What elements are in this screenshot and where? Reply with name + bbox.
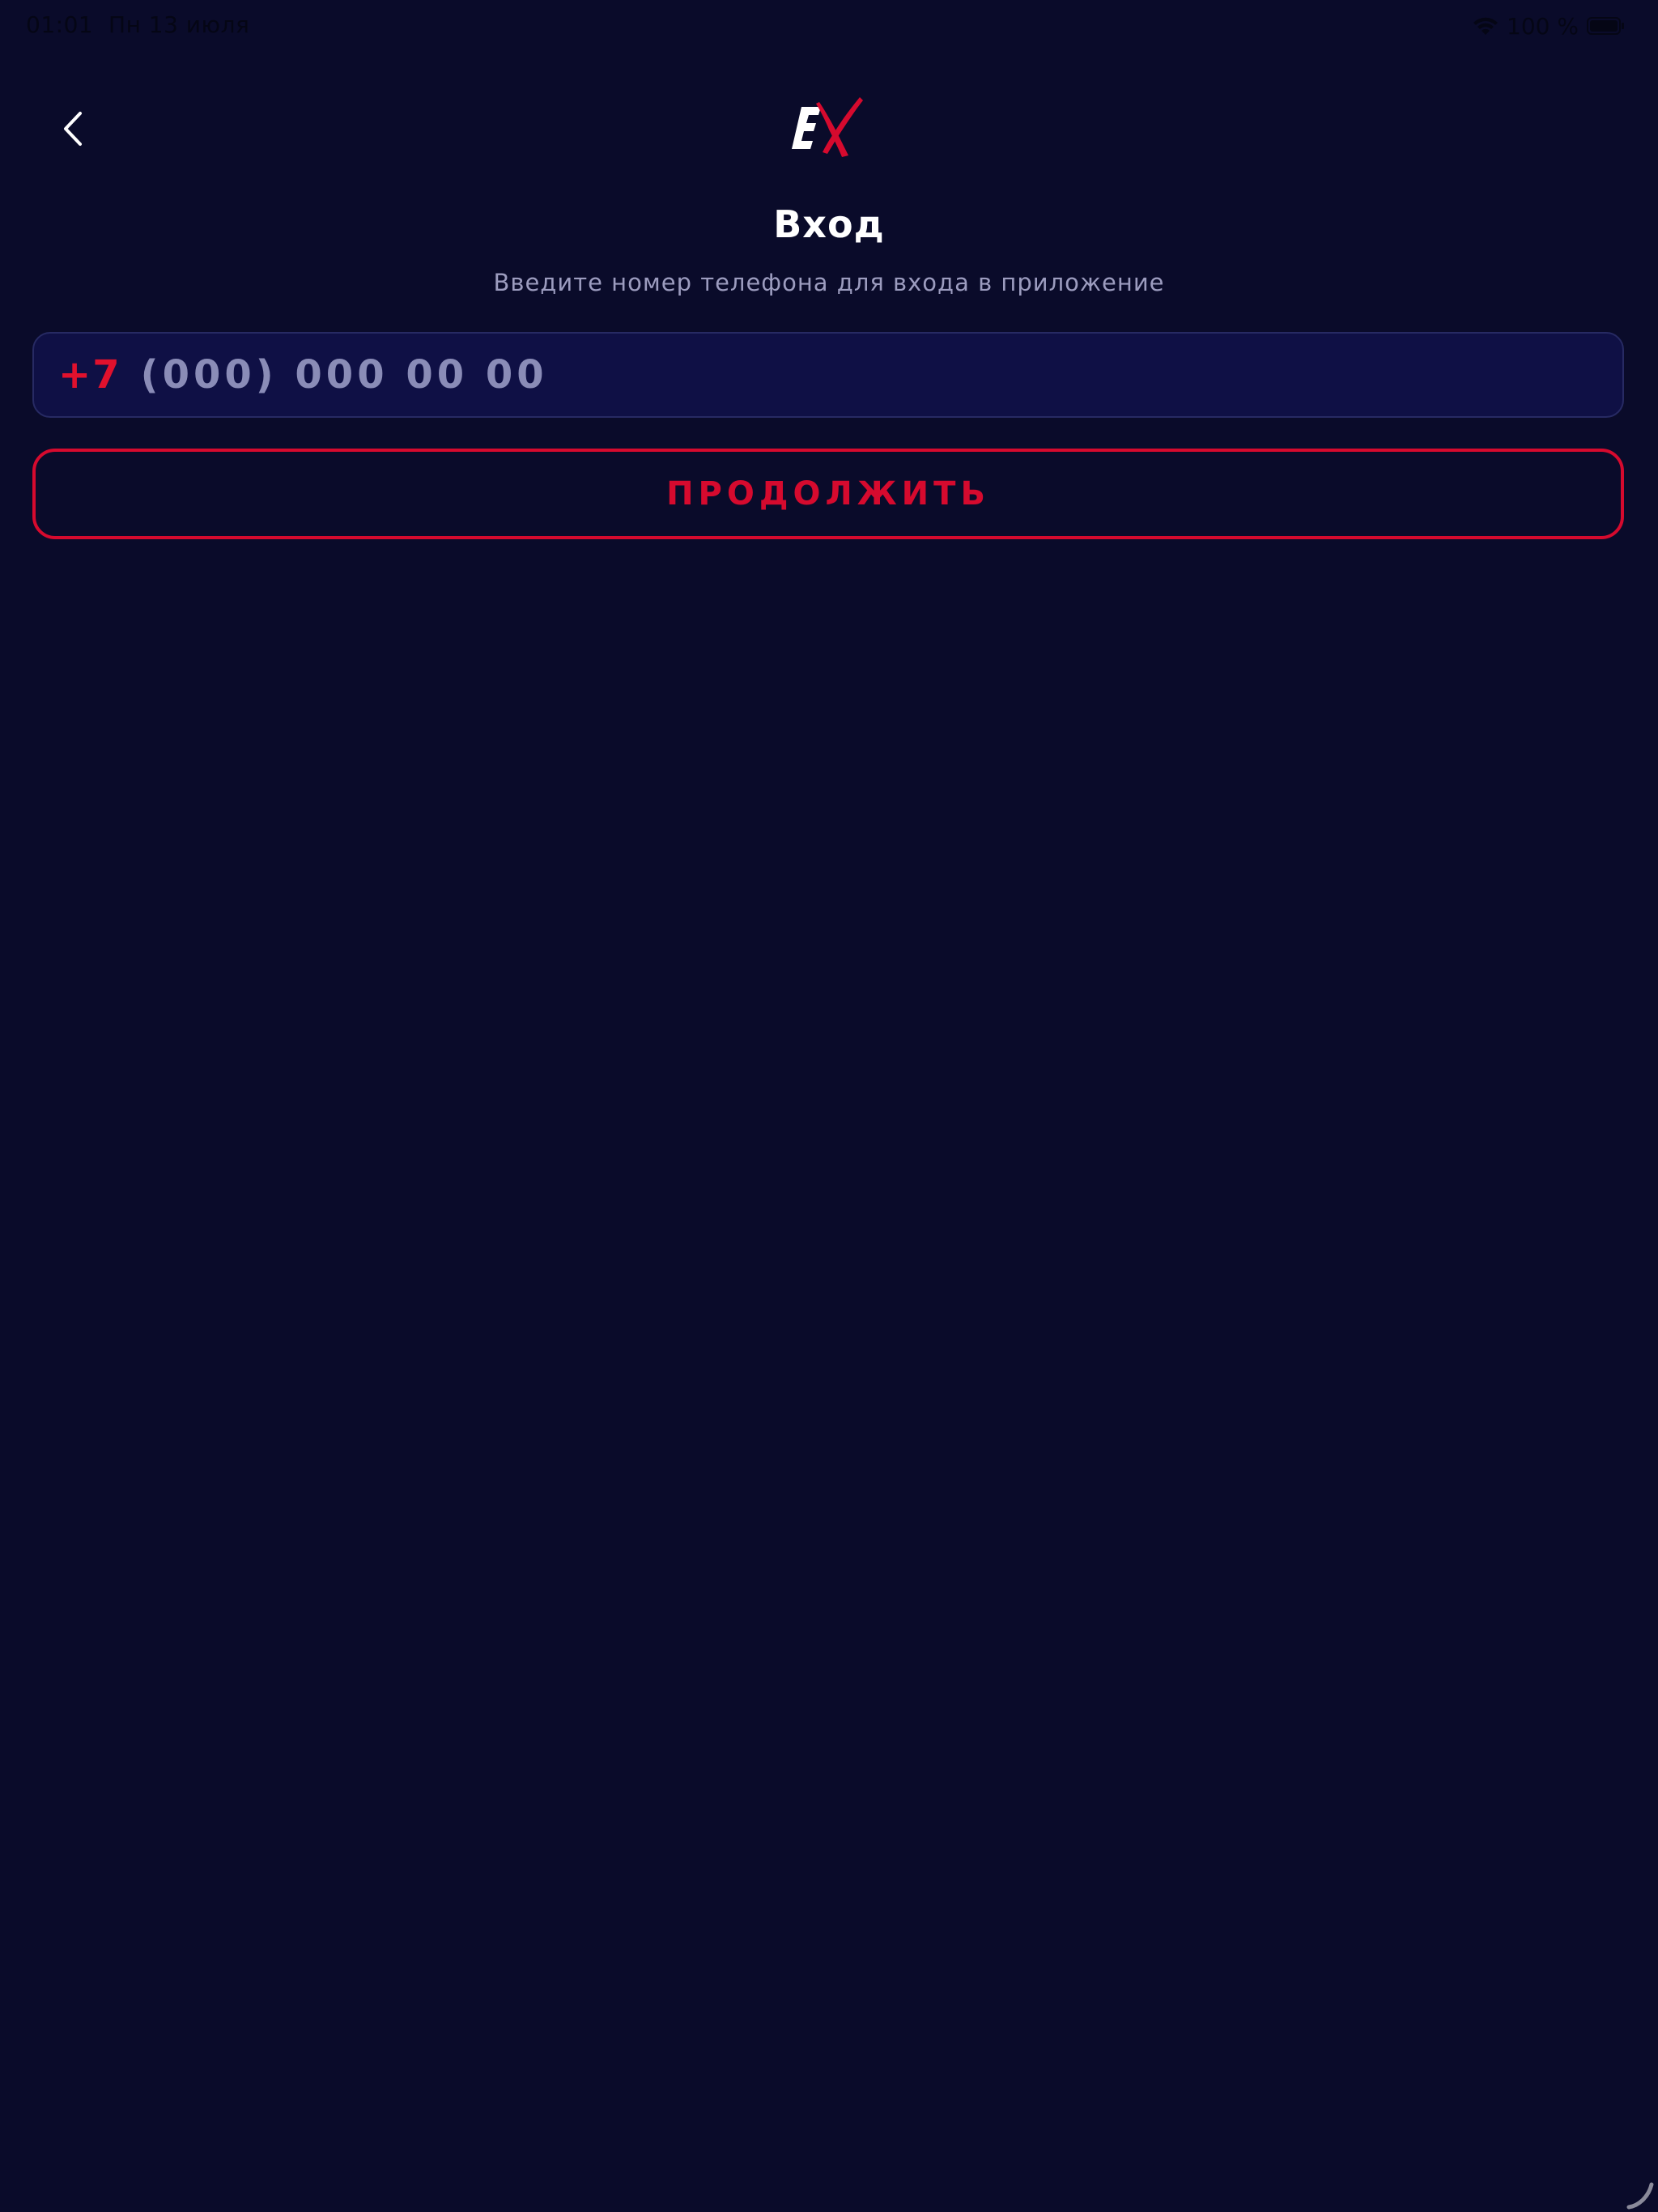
back-button[interactable] — [49, 102, 97, 159]
phone-country-code: +7 — [58, 352, 121, 398]
phone-placeholder: (000) 000 00 00 — [140, 352, 548, 398]
status-time-date: 01:01 Пн 13 июля — [26, 11, 249, 38]
continue-button[interactable]: ПРОДОЛЖИТЬ — [32, 449, 1624, 539]
app-logo — [789, 96, 869, 164]
page-subtitle: Введите номер телефона для входа в прило… — [493, 269, 1165, 296]
status-date: Пн 13 июля — [108, 11, 250, 38]
phone-input[interactable]: +7 (000) 000 00 00 — [32, 332, 1624, 418]
status-time: 01:01 — [26, 11, 94, 38]
battery-icon — [1587, 16, 1626, 36]
wifi-icon — [1473, 15, 1499, 36]
status-bar: 01:01 Пн 13 июля 100 % — [0, 0, 1658, 52]
login-screen: 01:01 Пн 13 июля 100 % Вход Введите номе… — [0, 0, 1658, 2212]
scroll-indicator-icon — [1624, 2178, 1656, 2210]
chevron-left-icon — [61, 110, 85, 151]
continue-button-label: ПРОДОЛЖИТЬ — [666, 475, 990, 513]
page-title: Вход — [773, 202, 885, 246]
status-indicators: 100 % — [1473, 11, 1626, 40]
battery-percentage: 100 % — [1507, 12, 1579, 40]
